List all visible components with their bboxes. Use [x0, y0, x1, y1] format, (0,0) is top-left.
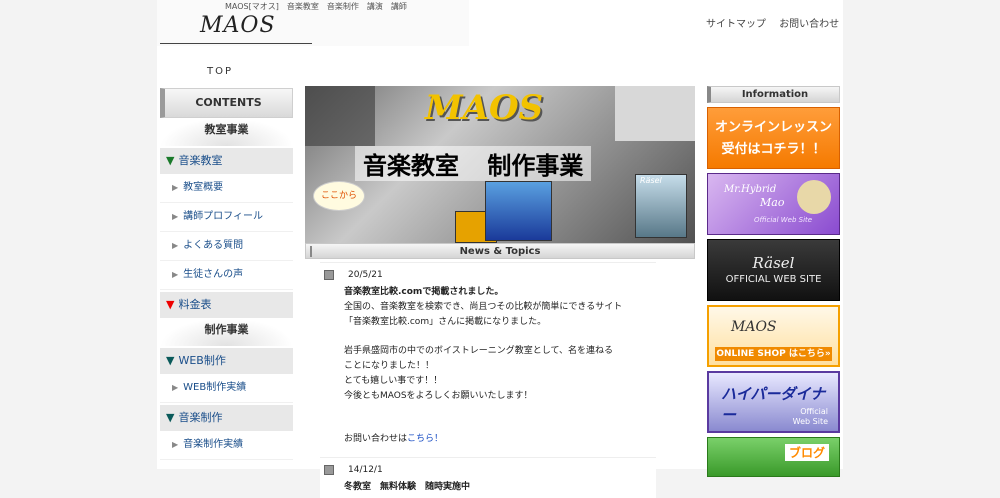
news-line: 今後ともMAOSをよろしくお願いいたします！ [344, 391, 533, 401]
banner-bubble: ここから [313, 181, 365, 211]
hyper-banner-subtitle: Official Web Site [793, 407, 828, 427]
sidebar-subitem[interactable]: ▶ 講師プロフィール [160, 203, 293, 232]
news-title: 音楽教室比較.comで掲載されました。 [344, 287, 504, 297]
triangle-right-icon: ▶ [172, 241, 179, 250]
logo-underline [160, 43, 312, 44]
sidebar-subitem[interactable]: ▶ WEB制作実績 [160, 374, 293, 403]
shop-banner-logo: MAOS [731, 319, 777, 335]
sidebar-item-fees[interactable]: ▼ 料金表 [160, 292, 293, 318]
triangle-down-icon: ▼ [166, 298, 175, 311]
triangle-down-icon: ▼ [166, 354, 175, 367]
news-line: とても嬉しい事です！！ [344, 376, 443, 386]
triangle-right-icon: ▶ [172, 440, 179, 449]
sidebar-subitem[interactable]: ▶ よくある質問 [160, 232, 293, 261]
sidebar-item-label: 音楽制作 [178, 411, 223, 424]
contact-link[interactable]: お問い合わせ [779, 19, 839, 30]
news-date: 14/12/1 [320, 458, 656, 478]
rasel-banner-title: Räsel [752, 254, 795, 272]
header-tagline: MAOS[マオス] 音楽教室 音楽制作 講演 講師 [225, 2, 407, 11]
portrait-image [797, 180, 831, 214]
sidebar: CONTENTS 教室事業 ▼ 音楽教室 ▶ 教室概要 ▶ 講師プロフィール ▶ よくあ… [160, 88, 293, 460]
blog-banner-label: ブログ [784, 444, 829, 461]
hyper-banner-line1: Official [800, 407, 828, 416]
news-line: 全国の、音楽教室を検索でき、尚且つその比較が簡単にできるサイト [344, 302, 623, 312]
news-line: ことになりました！！ [344, 361, 435, 371]
news-bullet-icon [324, 269, 334, 280]
banner-photo [615, 86, 695, 141]
info-column: Information オンラインレッスン 受付はコチラ！！ Mr.Hybrid… [707, 86, 840, 477]
news-date-text: 14/12/1 [348, 465, 383, 475]
sidebar-subitem[interactable]: ▶ 音楽制作実績 [160, 431, 293, 460]
sidebar-item-music-school[interactable]: ▼ 音楽教室 [160, 148, 293, 174]
news-item: 14/12/1 冬教室 無料体験 随時実施中 [320, 457, 656, 498]
contents-header: CONTENTS [160, 88, 293, 118]
news-contact-prefix: お問い合わせは [344, 434, 408, 444]
news-date-text: 20/5/21 [348, 270, 383, 280]
main-banner: MAOS 音楽教室 制作事業 ここから Räsel [305, 86, 695, 243]
mao-banner-line2: Mao [760, 196, 785, 209]
news-body: 全国の、音楽教室を検索でき、尚且つその比較が簡単にできるサイト 「音楽教室比較.… [320, 300, 656, 447]
sidebar-item-label: WEB制作 [178, 354, 226, 367]
section-header-school: 教室事業 [160, 118, 293, 146]
sidebar-subitem-label: 音楽制作実績 [183, 439, 244, 450]
online-shop-banner[interactable]: MAOS ONLINE SHOP はこちら» [707, 305, 840, 367]
news-contact-line: お問い合わせはこちら！ [344, 432, 656, 447]
banner-title: 音楽教室 制作事業 [355, 146, 592, 181]
top-nav-link[interactable]: TOP [207, 66, 233, 77]
online-banner-line2: 受付はコチラ！！ [721, 142, 826, 157]
news-header: News & Topics [305, 243, 695, 259]
banner-logo: MAOS [425, 88, 544, 128]
hyper-banner-line2: Web Site [792, 417, 828, 426]
sidebar-item-label: 料金表 [178, 298, 212, 311]
news-line: 岩手県盛岡市の中でのボイストレーニング教室として、名を連ねる [344, 346, 614, 356]
sidebar-subitem-label: 講師プロフィール [183, 211, 263, 222]
online-banner-line1: オンラインレッスン [714, 120, 832, 135]
news-date: 20/5/21 [320, 267, 656, 283]
banner-cd-label: Räsel [640, 176, 662, 185]
rasel-site-banner[interactable]: Räsel OFFICIAL WEB SITE [707, 239, 840, 301]
triangle-right-icon: ▶ [172, 270, 179, 279]
site-logo[interactable]: MAOS [200, 13, 276, 38]
hyper-diner-banner[interactable]: ハイパーダイナー Official Web Site [707, 371, 840, 433]
sidebar-subitem-label: よくある質問 [183, 240, 244, 251]
triangle-down-icon: ▼ [166, 411, 175, 424]
mao-banner-line3: Official Web Site [754, 216, 813, 224]
news-bullet-icon [324, 464, 334, 475]
banner-photo [305, 86, 375, 146]
sidebar-item-web[interactable]: ▼ WEB制作 [160, 348, 293, 374]
triangle-right-icon: ▶ [172, 212, 179, 221]
sidebar-subitem[interactable]: ▶ 生徒さんの声 [160, 261, 293, 290]
section-header-production: 制作事業 [160, 318, 293, 346]
sitemap-link[interactable]: サイトマップ [706, 19, 766, 30]
online-lesson-banner[interactable]: オンラインレッスン 受付はコチラ！！ [707, 107, 840, 169]
news-list: 20/5/21 音楽教室比較.comで掲載されました。 全国の、音楽教室を検索で… [320, 262, 656, 498]
rasel-banner-subtitle: OFFICIAL WEB SITE [725, 274, 822, 285]
sidebar-subitem[interactable]: ▶ 教室概要 [160, 174, 293, 203]
triangle-right-icon: ▶ [172, 383, 179, 392]
blog-banner[interactable]: ブログ [707, 437, 840, 477]
sidebar-item-music-production[interactable]: ▼ 音楽制作 [160, 405, 293, 431]
news-item: 20/5/21 音楽教室比較.comで掲載されました。 全国の、音楽教室を検索で… [320, 262, 656, 455]
triangle-down-icon: ▼ [166, 154, 175, 167]
sidebar-subitem-label: 教室概要 [183, 182, 224, 193]
triangle-right-icon: ▶ [172, 183, 179, 192]
shop-banner-button: ONLINE SHOP はこちら» [715, 347, 832, 361]
sidebar-subitem-label: 生徒さんの声 [183, 269, 244, 280]
info-header: Information [707, 86, 840, 103]
news-title: 冬教室 無料体験 随時実施中 [344, 482, 471, 492]
news-contact-link[interactable]: こちら！ [407, 434, 443, 444]
news-line: 「音楽教室比較.com」さんに掲載になりました。 [344, 317, 547, 327]
top-links: サイトマップ お問い合わせ [706, 15, 849, 30]
sidebar-subitem-label: WEB制作実績 [183, 382, 247, 393]
mao-site-banner[interactable]: Mr.Hybrid Mao Official Web Site [707, 173, 840, 235]
banner-hero-image [485, 181, 552, 241]
sidebar-item-label: 音楽教室 [178, 154, 223, 167]
mao-banner-line1: Mr.Hybrid [724, 184, 777, 195]
